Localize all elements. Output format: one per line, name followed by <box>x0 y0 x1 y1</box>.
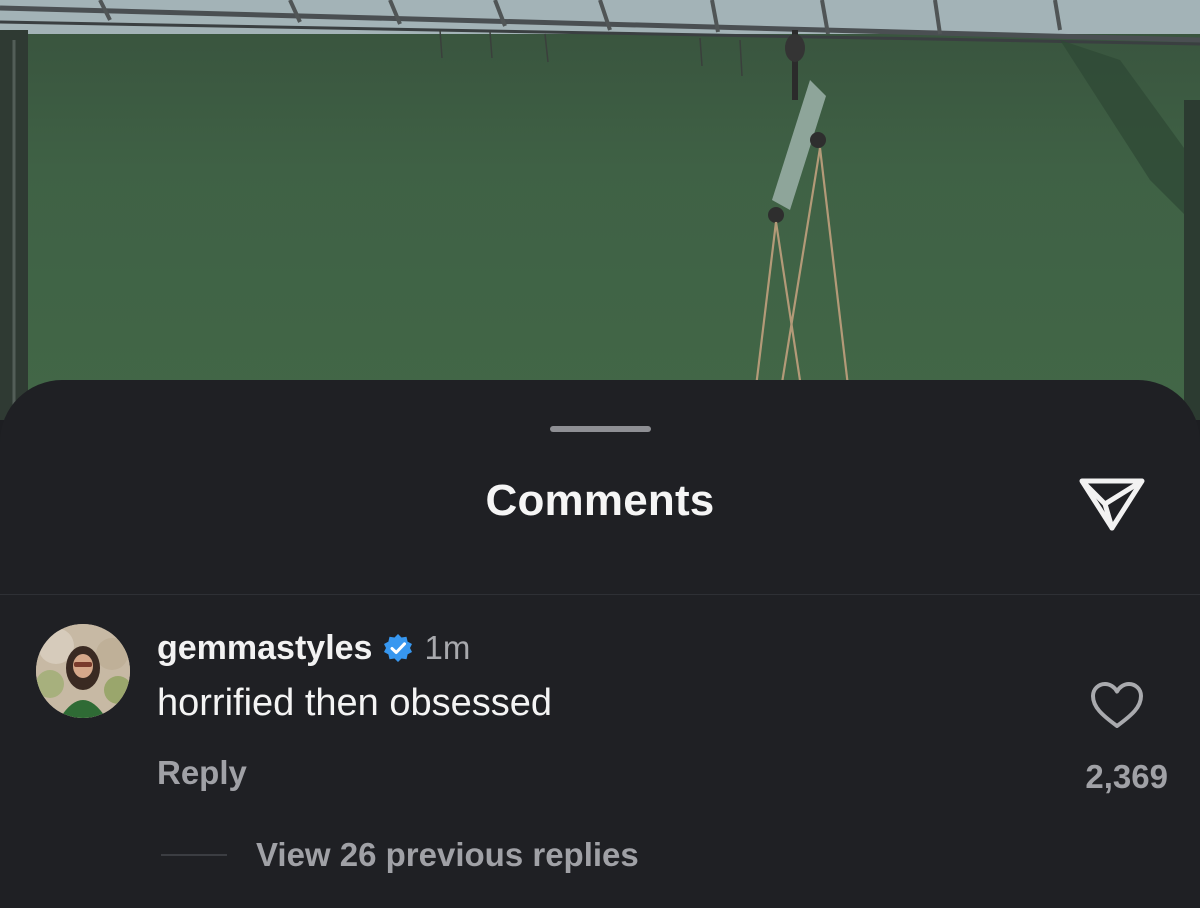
avatar-photo <box>36 624 130 718</box>
avatar[interactable] <box>36 624 130 718</box>
reply-button[interactable]: Reply <box>157 754 247 792</box>
app-viewport: Comments gemmastyles 1m horrified then o… <box>0 0 1200 908</box>
share-button[interactable] <box>1074 470 1150 534</box>
header-divider <box>0 594 1200 595</box>
studio-scene-image <box>0 0 1200 420</box>
heart-icon <box>1091 682 1143 728</box>
comment-time: 1m <box>424 629 471 666</box>
like-count: 2,369 <box>1085 758 1168 795</box>
comment-text: horrified then obsessed <box>157 682 553 724</box>
drag-handle[interactable] <box>550 426 651 432</box>
like-button[interactable] <box>1088 680 1146 732</box>
replies-connector-line <box>161 854 227 856</box>
post-background-photo <box>0 0 1200 420</box>
paper-plane-icon <box>1079 478 1145 531</box>
view-replies-button[interactable]: View 26 previous replies <box>256 836 639 874</box>
verified-badge-icon <box>382 632 414 664</box>
comments-sheet: Comments gemmastyles 1m horrified then o… <box>0 380 1200 908</box>
comment-header: gemmastyles 1m <box>157 628 470 668</box>
comment-username[interactable]: gemmastyles <box>157 629 372 668</box>
sheet-title: Comments <box>485 476 715 525</box>
